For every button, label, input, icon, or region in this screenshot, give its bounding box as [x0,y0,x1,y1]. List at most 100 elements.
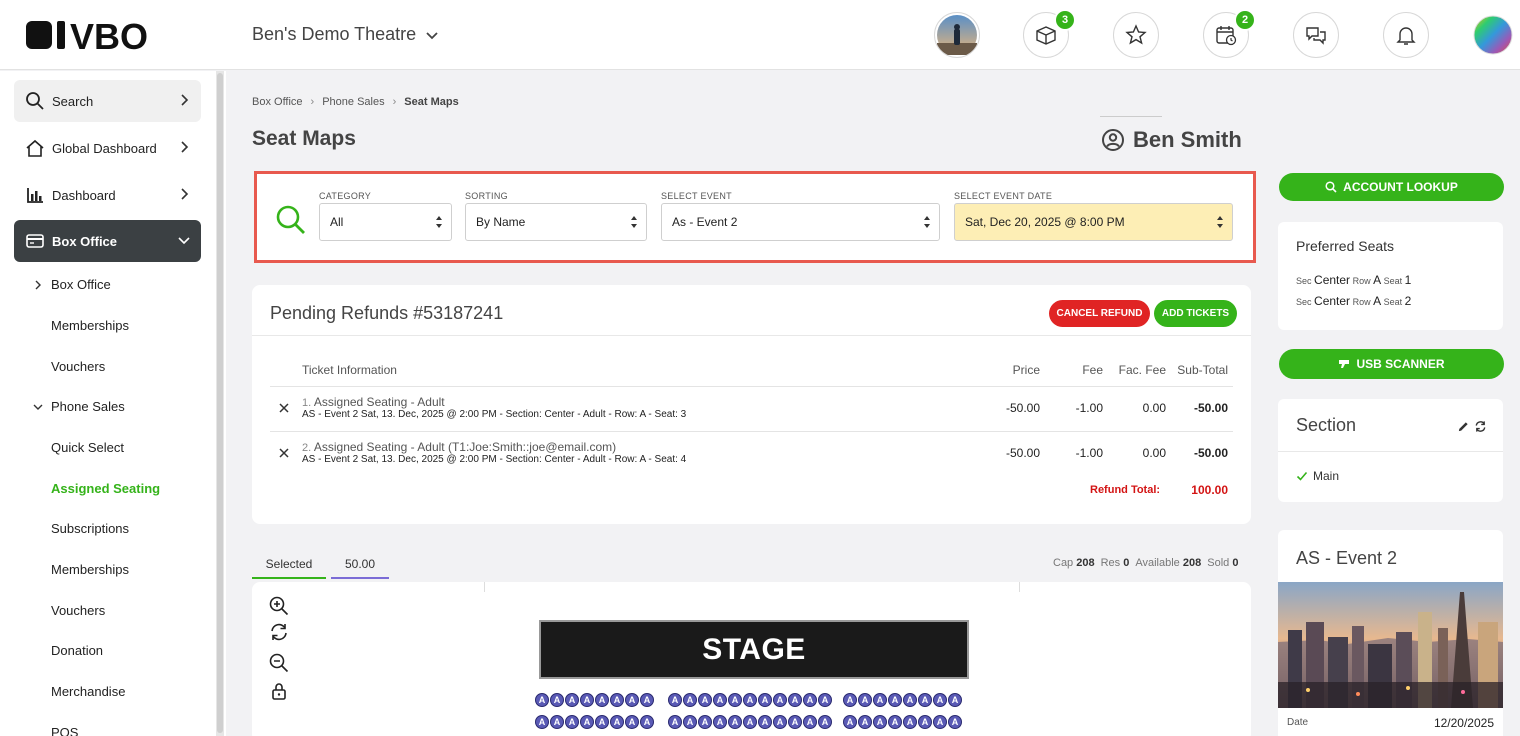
seat[interactable]: A [640,715,654,729]
edit-pencil-icon[interactable] [1457,420,1470,433]
seat[interactable]: A [843,715,857,729]
seat[interactable]: A [773,693,787,707]
seat[interactable]: A [580,715,594,729]
preferred-seat-item[interactable]: Sec Center Row A Seat 2 [1296,294,1411,308]
preferred-seat-item[interactable]: Sec Center Row A Seat 1 [1296,273,1411,287]
seat[interactable]: A [758,715,772,729]
seat[interactable]: A [803,693,817,707]
seat[interactable]: A [743,715,757,729]
theatre-selector[interactable]: Ben's Demo Theatre [252,24,440,45]
sidebar-sub-pos[interactable]: POS [51,725,78,736]
user-photo-avatar[interactable] [934,12,980,58]
seat[interactable]: A [550,715,564,729]
sidebar-scrollbar-thumb[interactable] [217,73,223,733]
seat[interactable]: A [788,715,802,729]
seat[interactable]: A [535,715,549,729]
sidebar-sub-phone-sales[interactable]: Phone Sales [51,399,125,414]
category-select[interactable]: All [319,203,452,241]
seat[interactable]: A [873,715,887,729]
seat[interactable]: A [668,693,682,707]
seat[interactable]: A [873,693,887,707]
seat[interactable]: A [888,693,902,707]
sorting-select[interactable]: By Name [465,203,647,241]
section-option-main[interactable]: Main [1296,469,1339,483]
seat[interactable]: A [595,715,609,729]
sidebar-sub-donation[interactable]: Donation [51,643,103,658]
event-select[interactable]: As - Event 2 [661,203,940,241]
seat[interactable]: A [843,693,857,707]
seat[interactable]: A [818,715,832,729]
sidebar-item-dashboard[interactable]: Dashboard [14,174,201,216]
seat[interactable]: A [933,715,947,729]
seat[interactable]: A [743,693,757,707]
seat[interactable]: A [903,715,917,729]
seat[interactable]: A [610,715,624,729]
seat[interactable]: A [818,693,832,707]
sidebar-sub-subscriptions[interactable]: Subscriptions [51,521,129,536]
seat[interactable]: A [580,693,594,707]
tab-selected[interactable]: Selected [252,556,326,579]
sidebar-sub-assigned-seating[interactable]: Assigned Seating [51,481,160,496]
calendar-button[interactable]: 2 [1203,9,1256,58]
seat[interactable]: A [625,693,639,707]
seat[interactable]: A [610,693,624,707]
search-icon[interactable] [275,204,307,236]
sidebar-search[interactable]: Search [14,80,201,122]
seat[interactable]: A [788,693,802,707]
seat[interactable]: A [773,715,787,729]
refresh-icon[interactable] [1474,420,1487,433]
tickets-button[interactable]: 3 [1023,9,1076,58]
usb-scanner-button[interactable]: USB SCANNER [1279,349,1504,379]
sidebar-sub-memberships-phone[interactable]: Memberships [51,562,129,577]
seat[interactable]: A [595,693,609,707]
seat[interactable]: A [858,693,872,707]
remove-ticket-icon[interactable] [278,447,290,459]
seat[interactable]: A [758,693,772,707]
breadcrumb-box-office[interactable]: Box Office [252,96,303,108]
account-lookup-button[interactable]: ACCOUNT LOOKUP [1279,173,1504,201]
sidebar-sub-box-office[interactable]: Box Office [51,277,111,292]
seat[interactable]: A [698,715,712,729]
seat[interactable]: A [565,693,579,707]
seat[interactable]: A [918,715,932,729]
seat[interactable]: A [683,715,697,729]
seat[interactable]: A [550,693,564,707]
seat[interactable]: A [535,693,549,707]
seat[interactable]: A [933,693,947,707]
sidebar-sub-vouchers-phone[interactable]: Vouchers [51,603,105,618]
favorites-button[interactable] [1113,12,1159,58]
event-date-select[interactable]: Sat, Dec 20, 2025 @ 8:00 PM [954,203,1233,241]
notifications-button[interactable] [1383,12,1429,58]
breadcrumb-phone-sales[interactable]: Phone Sales [322,96,384,108]
seat[interactable]: A [858,715,872,729]
seat[interactable]: A [728,693,742,707]
seat[interactable]: A [713,693,727,707]
add-tickets-button[interactable]: ADD TICKETS [1154,300,1237,327]
messages-button[interactable] [1293,12,1339,58]
sidebar-sub-merchandise[interactable]: Merchandise [51,684,125,699]
reset-rotate-icon[interactable] [269,622,289,642]
lock-icon[interactable] [269,681,289,701]
tab-price-50[interactable]: 50.00 [331,556,389,579]
sidebar-sub-quick-select[interactable]: Quick Select [51,440,124,455]
seat[interactable]: A [640,693,654,707]
sidebar-item-global-dashboard[interactable]: Global Dashboard [14,127,201,169]
seat[interactable]: A [698,693,712,707]
seat[interactable]: A [948,715,962,729]
remove-ticket-icon[interactable] [278,402,290,414]
seat[interactable]: A [888,715,902,729]
seat[interactable]: A [803,715,817,729]
cancel-refund-button[interactable]: CANCEL REFUND [1049,300,1150,327]
vbo-logo[interactable]: VBO [26,18,200,52]
customer-identity[interactable]: Ben Smith [1101,127,1255,153]
account-avatar[interactable] [1470,12,1516,58]
seat[interactable]: A [948,693,962,707]
seat[interactable]: A [565,715,579,729]
seat[interactable]: A [918,693,932,707]
seat[interactable]: A [728,715,742,729]
seat[interactable]: A [683,693,697,707]
seat[interactable]: A [713,715,727,729]
seat[interactable]: A [903,693,917,707]
sidebar-item-box-office[interactable]: Box Office [14,220,201,262]
seat[interactable]: A [625,715,639,729]
